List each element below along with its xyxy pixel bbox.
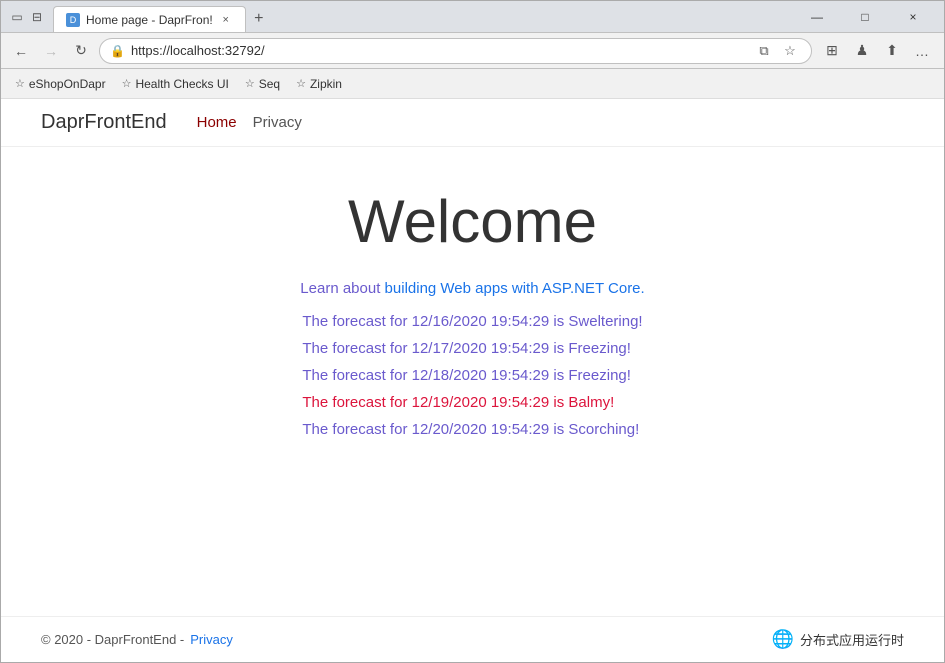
forward-button[interactable]: → [39,39,63,63]
subtitle-text: Learn about building Web apps with ASP.N… [300,280,644,297]
tab-title: Home page - DaprFron! [86,13,213,27]
back-button[interactable]: ← [9,39,33,63]
bookmark-health-checks-ui[interactable]: ☆ Health Checks UI [116,74,235,94]
bookmark-eshopondapr-label: eShopOnDapr [29,77,106,91]
tab-favicon: D [66,13,80,27]
lock-icon: 🔒 [110,44,125,58]
more-menu-icon[interactable]: … [908,37,936,65]
site-footer: © 2020 - DaprFrontEnd - Privacy 🌐 分布式应用运… [1,616,944,662]
footer-left: © 2020 - DaprFrontEnd - Privacy [41,632,233,647]
window-icon-2: ⊟ [29,9,45,25]
bookmark-zipkin-label: Zipkin [310,77,342,91]
profile-icon[interactable]: ♟ [848,37,876,65]
forecast-item-3: The forecast for 12/18/2020 19:54:29 is … [302,367,642,384]
url-text: https://localhost:32792/ [131,43,747,58]
subtitle-static: Learn about [300,280,384,297]
forecast-item-2: The forecast for 12/17/2020 19:54:29 is … [302,340,642,357]
site-brand: DaprFrontEnd [41,111,167,134]
url-action-icons: ⧉ ☆ [753,40,801,62]
nav-privacy[interactable]: Privacy [253,114,302,131]
bookmark-seq-label: Seq [259,77,280,91]
tab-bar: D Home page - DaprFron! × + [53,1,786,32]
collections-icon[interactable]: ⊞ [818,37,846,65]
bookmark-star-icon-2: ☆ [122,77,132,90]
bookmarks-bar: ☆ eShopOnDapr ☆ Health Checks UI ☆ Seq ☆… [1,69,944,99]
maximize-button[interactable]: □ [842,1,888,33]
footer-privacy-link[interactable]: Privacy [190,632,233,647]
close-button[interactable]: × [890,1,936,33]
site-header: DaprFrontEnd Home Privacy [1,99,944,147]
active-tab[interactable]: D Home page - DaprFron! × [53,6,246,32]
share-icon[interactable]: ⬆ [878,37,906,65]
nav-home[interactable]: Home [197,114,237,131]
forecast-item-4: The forecast for 12/19/2020 19:54:29 is … [302,394,642,411]
tab-close-button[interactable]: × [219,13,233,27]
bookmark-star-icon: ☆ [15,77,25,90]
forecast-item-1: The forecast for 12/16/2020 19:54:29 is … [302,313,642,330]
subtitle-link[interactable]: building Web apps with ASP.NET Core. [385,280,645,297]
bookmark-health-checks-ui-label: Health Checks UI [135,77,228,91]
window-menu-icon[interactable]: ▭ [9,9,25,25]
bookmark-seq[interactable]: ☆ Seq [239,74,286,94]
main-content: Welcome Learn about building Web apps wi… [1,147,944,616]
minimize-button[interactable]: — [794,1,840,33]
address-bar: ← → ↻ 🔒 https://localhost:32792/ ⧉ ☆ ⊞ ♟… [1,33,944,69]
toolbar-icons: ⊞ ♟ ⬆ … [818,37,936,65]
site-nav: Home Privacy [197,114,302,131]
window-controls: — □ × [794,1,936,33]
bookmark-star-icon-4: ☆ [296,77,306,90]
dapr-logo-icon: 🌐 [772,629,794,650]
reload-button[interactable]: ↻ [69,39,93,63]
bookmark-zipkin[interactable]: ☆ Zipkin [290,74,348,94]
welcome-title: Welcome [348,187,597,256]
new-tab-button[interactable]: + [246,6,272,32]
browser-window: ▭ ⊟ D Home page - DaprFron! × + — □ × ← … [0,0,945,663]
title-bar: ▭ ⊟ D Home page - DaprFron! × + — □ × [1,1,944,33]
bookmark-star-icon-3: ☆ [245,77,255,90]
footer-right: 🌐 分布式应用运行时 [772,629,904,650]
footer-right-text: 分布式应用运行时 [800,630,904,649]
url-bar[interactable]: 🔒 https://localhost:32792/ ⧉ ☆ [99,38,812,64]
forecast-item-5: The forecast for 12/20/2020 19:54:29 is … [302,421,642,438]
page-content: DaprFrontEnd Home Privacy Welcome Learn … [1,99,944,662]
forecasts-container: The forecast for 12/16/2020 19:54:29 is … [302,313,642,448]
split-screen-icon[interactable]: ⧉ [753,40,775,62]
bookmark-page-icon[interactable]: ☆ [779,40,801,62]
footer-copyright: © 2020 - DaprFrontEnd - [41,632,184,647]
title-bar-system-icons: ▭ ⊟ [9,9,45,25]
bookmark-eshopondapr[interactable]: ☆ eShopOnDapr [9,74,112,94]
